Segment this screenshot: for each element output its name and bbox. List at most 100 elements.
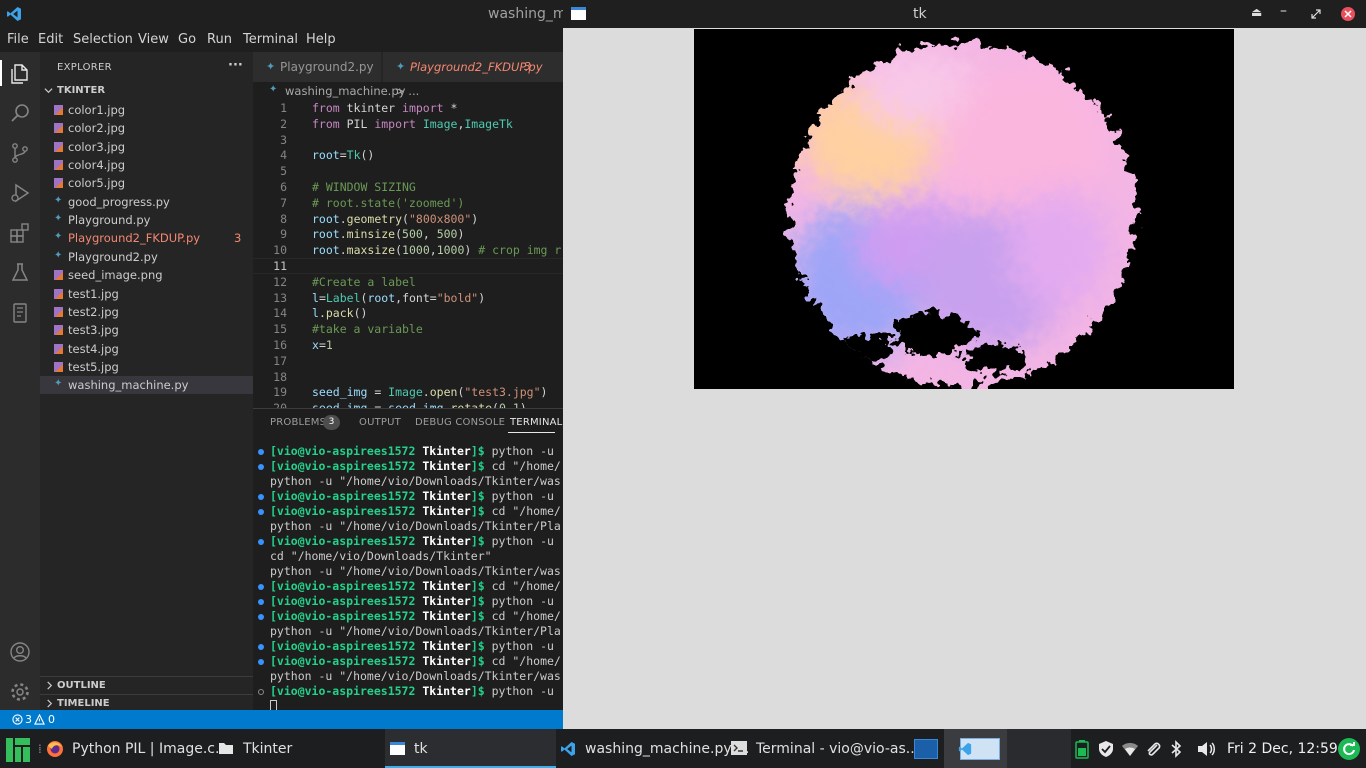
prompt-dir: Tkinter: [422, 504, 471, 518]
tab-terminal[interactable]: TERMINAL: [510, 417, 562, 428]
command-decoration-dot: [258, 494, 264, 500]
line-number: 4: [280, 148, 287, 163]
app-menu-button[interactable]: [0, 729, 37, 768]
menu-go[interactable]: Go: [178, 32, 196, 47]
menu-view[interactable]: View: [138, 32, 169, 47]
tab-playground2[interactable]: ✦ Playground2.py: [253, 52, 382, 82]
terminal-command: python -u: [491, 444, 554, 458]
python-file-icon: ✦: [54, 194, 63, 206]
file-item[interactable]: ✦ washing_machine.py: [40, 376, 253, 395]
line-number: 19: [273, 385, 287, 400]
remote-explorer-icon[interactable]: [8, 301, 32, 325]
explorer-title: EXPLORER: [57, 62, 112, 73]
maximize-icon[interactable]: [1311, 9, 1321, 19]
file-item[interactable]: color1.jpg: [40, 101, 253, 119]
command-decoration-dot: [258, 464, 264, 470]
close-icon: [1344, 10, 1352, 18]
run-debug-icon[interactable]: [8, 181, 32, 205]
menu-edit[interactable]: Edit: [38, 32, 63, 47]
terminal-command: python -u: [491, 534, 554, 548]
desktop-pager-2[interactable]: [944, 729, 1007, 768]
file-item[interactable]: color4.jpg: [40, 156, 253, 174]
menu-terminal[interactable]: Terminal: [243, 32, 298, 47]
file-item[interactable]: test1.jpg: [40, 285, 253, 303]
file-item[interactable]: color5.jpg: [40, 174, 253, 192]
search-icon[interactable]: [8, 102, 32, 126]
menu-file[interactable]: File: [7, 32, 29, 47]
file-item[interactable]: color3.jpg: [40, 138, 253, 156]
breadcrumb-rest[interactable]: > ...: [395, 84, 419, 98]
file-item[interactable]: ✦ Playground2_FKDUP.py 3: [40, 229, 253, 247]
file-item[interactable]: ✦ good_progress.py: [40, 193, 253, 211]
tk-window: tk ⏏ –: [563, 0, 1366, 729]
code-line: # WINDOW SIZING: [312, 180, 416, 194]
line-number: 13: [273, 290, 287, 305]
minimize-icon[interactable]: –: [1280, 3, 1287, 19]
clock[interactable]: Fri 2 Dec, 12:59: [1227, 741, 1338, 757]
desktop-pager-3[interactable]: [1007, 729, 1071, 768]
command-decoration-dot: [258, 449, 264, 455]
file-item[interactable]: test2.jpg: [40, 303, 253, 321]
terminal-prompt-line: [vio@vio-aspirees1572 Tkinter]$ python -…: [270, 489, 554, 503]
timeline-section[interactable]: TIMELINE: [40, 694, 253, 710]
file-item[interactable]: test3.jpg: [40, 321, 253, 339]
prompt-end: ]$: [470, 444, 485, 458]
volume-icon[interactable]: [1196, 740, 1216, 758]
prompt-dir: Tkinter: [422, 609, 471, 623]
extensions-icon[interactable]: [8, 221, 32, 245]
explorer-more-icon[interactable]: ···: [228, 58, 243, 73]
file-item[interactable]: test4.jpg: [40, 340, 253, 358]
terminal-command: python -u: [491, 639, 554, 653]
breadcrumb-file[interactable]: washing_machine.py: [285, 84, 405, 98]
account-icon[interactable]: [8, 640, 32, 664]
task-terminal[interactable]: Terminal - vio@vio-as...: [727, 729, 919, 768]
prompt-dir: Tkinter: [422, 444, 471, 458]
shield-check-icon[interactable]: [1098, 740, 1114, 758]
terminal-tab-underline: [508, 432, 555, 433]
tab-output[interactable]: OUTPUT: [359, 417, 401, 428]
update-button[interactable]: [1338, 738, 1360, 760]
line-number: 3: [280, 132, 287, 147]
source-control-icon[interactable]: [8, 141, 32, 165]
settings-gear-icon[interactable]: [8, 680, 32, 704]
paperclip-icon[interactable]: [1145, 740, 1161, 758]
terminal[interactable]: [vio@vio-aspirees1572 Tkinter]$ python -…: [253, 441, 563, 710]
tab-problems[interactable]: PROBLEMS: [270, 417, 326, 428]
file-item[interactable]: test5.jpg: [40, 358, 253, 376]
file-item[interactable]: ✦ Playground.py: [40, 211, 253, 229]
wifi-icon[interactable]: [1121, 741, 1139, 757]
current-line-highlight: [253, 258, 563, 274]
menu-run[interactable]: Run: [207, 32, 232, 47]
file-item[interactable]: color2.jpg: [40, 119, 253, 137]
task-tk[interactable]: tk: [385, 729, 556, 768]
desktop-pager-1[interactable]: [906, 729, 944, 768]
file-item[interactable]: ✦ Playground2.py: [40, 248, 253, 266]
error-count: 3: [25, 713, 32, 726]
task-vscode[interactable]: washing_machine.py ...: [556, 729, 749, 768]
line-number: 20: [253, 401, 287, 408]
python-file-icon: ✦: [54, 213, 63, 225]
prompt-user: [vio@vio-aspirees1572: [270, 504, 416, 518]
menu-selection[interactable]: Selection: [73, 32, 133, 47]
battery-icon[interactable]: [1074, 739, 1090, 759]
close-button[interactable]: [1341, 7, 1355, 21]
file-name: test5.jpg: [68, 359, 119, 374]
folder-header[interactable]: TKINTER: [40, 82, 253, 99]
bluetooth-icon[interactable]: [1170, 740, 1182, 758]
refresh-icon: [1343, 742, 1355, 756]
code-line: l.pack(): [312, 306, 368, 321]
task-file-manager[interactable]: Tkinter: [212, 729, 382, 768]
outline-section[interactable]: OUTLINE: [40, 676, 253, 693]
task-firefox[interactable]: Python PIL | Image.c...: [42, 729, 228, 768]
code-editor[interactable]: 1 from tkinter import * 2 from PIL import I…: [253, 100, 563, 408]
menu-help[interactable]: Help: [306, 32, 336, 47]
explorer-icon[interactable]: [8, 62, 32, 86]
tab-debug-console[interactable]: DEBUG CONSOLE: [415, 417, 505, 428]
file-name: color1.jpg: [68, 103, 126, 117]
tab-playground2-fkdup[interactable]: ✦ Playground2_FKDUP.py 3: [383, 52, 563, 82]
command-decoration-dot: [258, 644, 264, 650]
file-item[interactable]: seed_image.png: [40, 266, 253, 284]
keep-above-icon[interactable]: ⏏: [1251, 5, 1262, 19]
testing-flask-icon[interactable]: [8, 261, 32, 285]
prompt-user: [vio@vio-aspirees1572: [270, 609, 416, 623]
